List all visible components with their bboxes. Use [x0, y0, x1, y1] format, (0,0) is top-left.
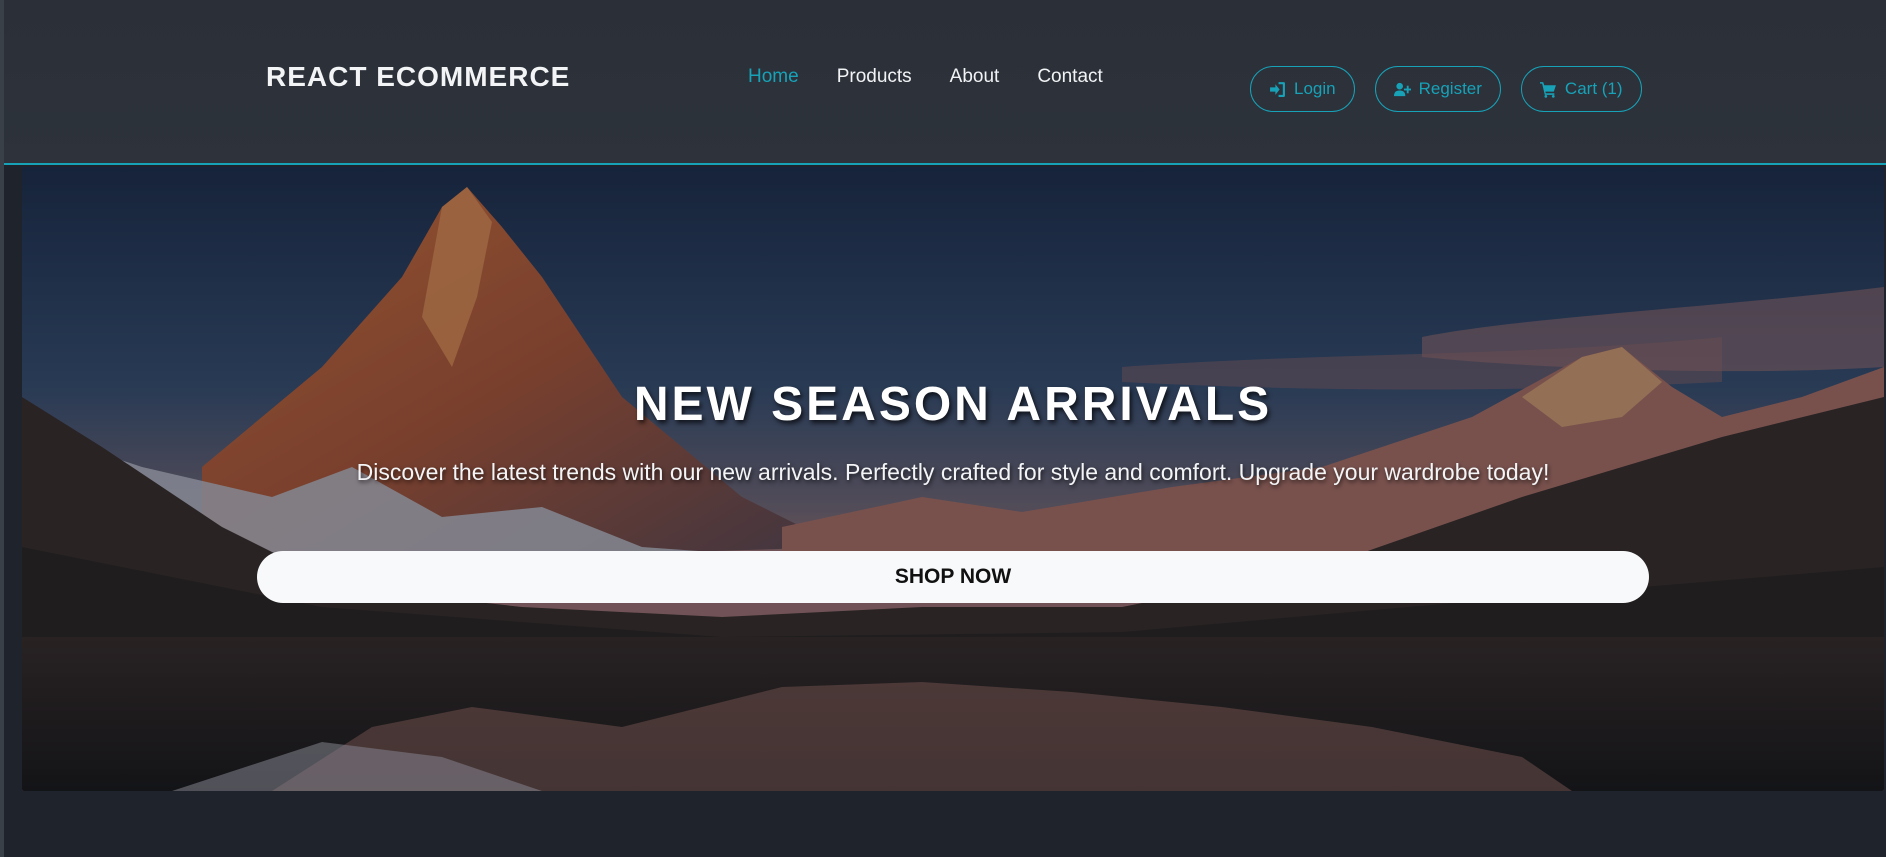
brand-logo[interactable]: REACT ECOMMERCE: [266, 61, 570, 93]
nav-link-about[interactable]: About: [950, 66, 1000, 88]
login-label: Login: [1294, 79, 1336, 98]
hero-subtitle: Discover the latest trends with our new …: [356, 459, 1550, 485]
navbar: REACT ECOMMERCE Home Products About Cont…: [4, 0, 1886, 165]
hero-title: NEW SEASON ARRIVALS: [633, 378, 1273, 431]
cart-label: Cart (1): [1564, 79, 1623, 98]
login-button[interactable]: Login: [1250, 66, 1355, 112]
page: REACT ECOMMERCE Home Products About Cont…: [0, 0, 1886, 857]
cart-button[interactable]: Cart (1): [1520, 66, 1642, 112]
nav-buttons: Login Register Cart (1): [1250, 66, 1642, 112]
hero-banner: NEW SEASON ARRIVALS Discover the latest …: [22, 167, 1884, 791]
shopping-cart-icon: [1539, 81, 1556, 98]
sign-in-icon: [1270, 81, 1285, 97]
nav-links: Home Products About Contact: [748, 66, 1103, 88]
shop-now-button[interactable]: SHOP NOW: [257, 551, 1649, 603]
nav-link-products[interactable]: Products: [837, 66, 912, 88]
user-plus-icon: [1393, 82, 1411, 96]
register-label: Register: [1418, 79, 1482, 98]
register-button[interactable]: Register: [1374, 66, 1501, 112]
nav-link-contact[interactable]: Contact: [1037, 66, 1102, 88]
nav-link-home[interactable]: Home: [748, 66, 799, 88]
